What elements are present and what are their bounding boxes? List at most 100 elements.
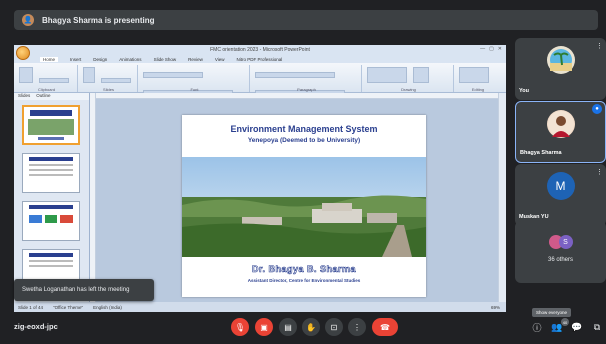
mic-off-icon: 🎙	[234, 322, 246, 332]
tab-slide-show[interactable]: Slide Show	[154, 57, 177, 62]
notification-toast: Swetha Loganathan has left the meeting	[14, 279, 154, 301]
slide-thumbnail-1[interactable]	[22, 105, 80, 145]
participant-tile-muskan[interactable]: M ⋮ Muskan YU	[515, 164, 606, 226]
ribbon-tabs: Home Insert Design Animations Slide Show…	[14, 55, 506, 63]
activities-button[interactable]: ⧉	[590, 320, 604, 334]
slide-thumbnail-2[interactable]	[22, 153, 80, 193]
arrange-icon[interactable]	[413, 67, 430, 83]
group-paragraph-label: Paragraph	[297, 87, 316, 92]
info-icon: ⓘ	[532, 322, 542, 333]
avatar-initial: M	[555, 179, 566, 193]
tab-insert[interactable]: Insert	[70, 57, 81, 62]
ppt-window-title: FMC orientation 2023 - Microsoft PowerPo…	[210, 47, 310, 53]
font-name-select[interactable]	[143, 72, 203, 78]
slide-title: Environment Management System	[230, 124, 378, 134]
avatar	[546, 46, 575, 74]
group-drawing: Drawing	[364, 65, 454, 92]
new-slide-icon[interactable]	[83, 67, 95, 83]
more-options-button[interactable]: ⋮	[348, 318, 366, 336]
group-slides: Slides	[80, 65, 138, 92]
presenting-text: Bhagya Sharma is presenting	[42, 15, 155, 25]
group-slides-label: Slides	[103, 87, 114, 92]
leave-call-button[interactable]: ☎	[372, 318, 398, 336]
chat-icon: 💬	[571, 321, 583, 332]
pane-tab-slides[interactable]: Slides	[18, 93, 30, 100]
shapes-icon[interactable]	[367, 67, 407, 83]
captions-button[interactable]: ▤	[279, 318, 297, 336]
group-paragraph: Paragraph	[252, 65, 362, 96]
participant-name: Bhagya Sharma	[520, 150, 562, 156]
presenting-banner: 👤 Bhagya Sharma is presenting	[14, 10, 598, 30]
status-zoom[interactable]: 69%	[491, 305, 500, 310]
activities-icon: ⧉	[593, 321, 601, 332]
tab-animations[interactable]: Animations	[119, 57, 141, 62]
find-icon[interactable]	[459, 67, 489, 83]
beach-avatar-icon	[549, 49, 572, 71]
others-avatars: S	[548, 235, 575, 249]
group-font-label: Font	[190, 87, 199, 92]
participant-name: You	[519, 88, 529, 94]
vertical-scrollbar[interactable]	[498, 93, 506, 302]
slides-pane: Slides Outline	[14, 93, 90, 302]
office-button-icon[interactable]	[16, 46, 30, 60]
meeting-code: zig-eoxd-jpc	[14, 322, 58, 331]
presenter-name: Dr. Bhagya B. Sharma	[251, 264, 357, 275]
meet-window: 👤 Bhagya Sharma is presenting FMC orient…	[0, 0, 606, 344]
ppt-statusbar: Slide 1 of 44 "Office Theme" English (In…	[14, 302, 506, 312]
campus-photo	[182, 157, 426, 257]
more-options-icon[interactable]: ⋮	[596, 168, 603, 176]
cut-icon[interactable]	[39, 78, 70, 83]
present-icon: ⊡	[330, 322, 338, 332]
camera-off-button[interactable]: ▣	[255, 318, 273, 336]
participant-tile-others[interactable]: S 36 others	[515, 221, 606, 283]
person-photo-icon	[547, 111, 574, 137]
vertical-ruler	[90, 93, 96, 302]
more-vert-icon: ⋮	[353, 322, 361, 332]
more-options-icon[interactable]: ⋮	[596, 42, 603, 50]
raise-hand-button[interactable]: ✋	[302, 318, 320, 336]
participant-tile-bhagya[interactable]: ● Bhagya Sharma	[515, 101, 606, 163]
group-clipboard-label: Clipboard	[37, 87, 56, 92]
pane-tab-outline[interactable]: Outline	[36, 93, 50, 100]
group-drawing-label: Drawing	[401, 87, 416, 92]
group-editing: Editing	[456, 65, 500, 92]
captions-icon: ▤	[284, 322, 292, 332]
presenter-avatar: 👤	[22, 14, 34, 26]
shared-screen: FMC orientation 2023 - Microsoft PowerPo…	[14, 45, 506, 312]
avatar	[546, 110, 575, 138]
tab-view[interactable]: View	[215, 57, 225, 62]
slide-thumbnail-3[interactable]	[22, 201, 80, 241]
window-controls[interactable]: — ▢ ✕	[480, 46, 502, 52]
group-clipboard: Clipboard	[16, 65, 78, 92]
avatar: S	[558, 235, 573, 249]
toast-text: Swetha Loganathan has left the meeting	[22, 287, 130, 293]
tab-home[interactable]: Home	[40, 56, 59, 62]
participant-name: Muskan YU	[519, 214, 549, 220]
speaking-indicator-icon: ●	[592, 104, 602, 114]
group-editing-label: Editing	[471, 87, 485, 92]
status-language: English (India)	[93, 304, 122, 310]
current-slide: Environment Management System Yenepoya (…	[182, 115, 426, 297]
horizontal-ruler	[96, 93, 498, 99]
mic-off-button[interactable]: 🎙	[231, 318, 249, 336]
tooltip: Show everyone	[532, 308, 572, 317]
ribbon: Clipboard Slides Font Paragraph Drawing	[14, 63, 506, 96]
chat-button[interactable]: 💬	[570, 320, 584, 334]
tab-nitro[interactable]: Nitro PDF Professional	[237, 57, 283, 62]
present-button[interactable]: ⊡	[325, 318, 343, 336]
info-button[interactable]: ⓘ	[530, 320, 544, 334]
paste-icon[interactable]	[19, 67, 33, 83]
paragraph-icons[interactable]	[255, 72, 335, 78]
hand-icon: ✋	[306, 322, 316, 332]
status-slide-number: Slide 1 of 44	[18, 304, 44, 310]
avatar: M	[546, 172, 575, 200]
participant-tile-you[interactable]: ⋮ You	[515, 38, 606, 100]
slide-subtitle: Yenepoya (Deemed to be University)	[247, 137, 361, 144]
group-font: Font	[140, 65, 250, 96]
presenter-role: Assistant Director, Centre for Environme…	[247, 278, 361, 283]
tab-review[interactable]: Review	[188, 57, 203, 62]
tab-design[interactable]: Design	[93, 57, 107, 62]
layout-icon[interactable]	[101, 78, 132, 83]
ppt-titlebar: FMC orientation 2023 - Microsoft PowerPo…	[14, 45, 506, 60]
status-theme: "Office Theme"	[53, 304, 84, 310]
